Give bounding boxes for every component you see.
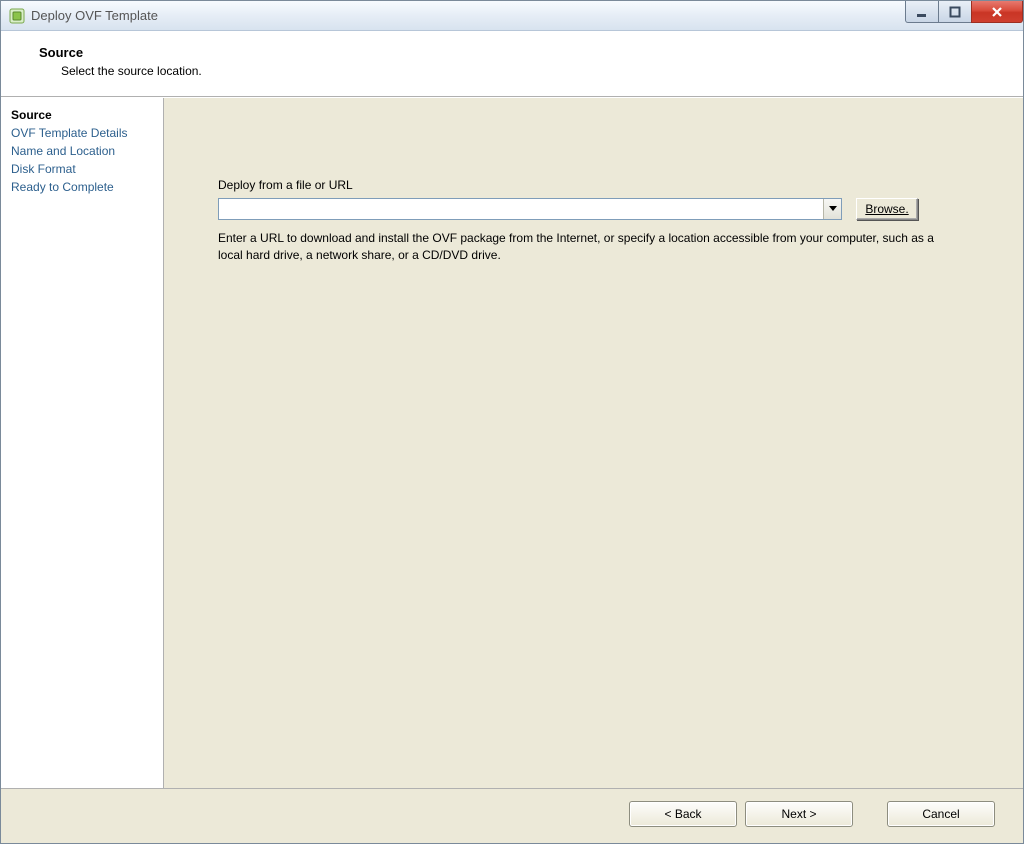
back-button[interactable]: < Back [629,801,737,827]
wizard-header: Source Select the source location. [1,31,1023,97]
steps-sidebar: Source OVF Template Details Name and Loc… [1,98,164,788]
window-title: Deploy OVF Template [31,8,158,23]
deploy-field-label: Deploy from a file or URL [218,178,993,192]
titlebar[interactable]: Deploy OVF Template [1,1,1023,31]
maximize-button[interactable] [938,1,972,23]
wizard-body: Source OVF Template Details Name and Loc… [1,97,1023,788]
sidebar-step-ovf-details[interactable]: OVF Template Details [11,124,153,142]
sidebar-step-disk-format[interactable]: Disk Format [11,160,153,178]
sidebar-step-ready[interactable]: Ready to Complete [11,178,153,196]
sidebar-step-name-location[interactable]: Name and Location [11,142,153,160]
cancel-button[interactable]: Cancel [887,801,995,827]
page-subtitle: Select the source location. [39,64,1005,78]
browse-button[interactable]: Browse. [856,198,918,220]
next-button[interactable]: Next > [745,801,853,827]
url-input[interactable] [219,199,823,219]
wizard-window: Deploy OVF Template Source Select the so… [0,0,1024,844]
sidebar-step-source[interactable]: Source [11,106,153,124]
wizard-footer: < Back Next > Cancel [1,788,1023,838]
combobox-arrow[interactable] [823,199,841,219]
deploy-input-row: Browse. [218,198,993,220]
page-title: Source [39,45,1005,60]
minimize-button[interactable] [905,1,939,23]
window-controls [906,1,1023,23]
close-button[interactable] [971,1,1023,23]
main-pane: Deploy from a file or URL Browse. Enter … [164,98,1023,788]
maximize-icon [949,6,961,18]
minimize-icon [916,6,928,18]
help-text: Enter a URL to download and install the … [218,230,938,264]
app-icon [9,8,25,24]
close-icon [990,5,1004,19]
url-combobox[interactable] [218,198,842,220]
chevron-down-icon [829,206,837,212]
